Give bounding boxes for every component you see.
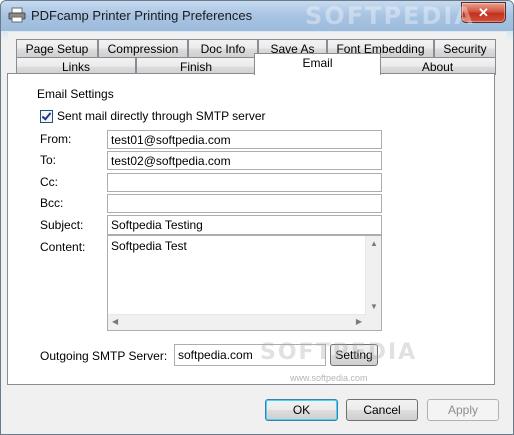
ok-button[interactable]: OK (265, 399, 338, 421)
to-field[interactable]: test02@softpedia.com (107, 151, 382, 170)
content-horizontal-scrollbar[interactable]: ◀ ▶ (108, 314, 366, 330)
scrollbar-corner (366, 315, 381, 330)
scroll-down-arrow-icon[interactable]: ▼ (370, 303, 378, 311)
content-textarea[interactable]: Softpedia Test ▲ ▼ ◀ ▶ (107, 235, 382, 331)
bcc-label: Bcc: (40, 196, 64, 210)
softpedia-watermark-title: SOFTPEDIA (305, 2, 475, 30)
cc-field[interactable] (107, 173, 382, 192)
from-label: From: (40, 132, 72, 146)
tab-doc-info[interactable]: Doc Info (188, 39, 258, 57)
scroll-right-arrow-icon[interactable]: ▶ (356, 318, 362, 326)
window-title: PDFcamp Printer Printing Preferences (31, 8, 253, 23)
content-vertical-scrollbar[interactable]: ▲ ▼ (365, 236, 381, 315)
content-text: Softpedia Test (111, 239, 187, 253)
scroll-up-arrow-icon[interactable]: ▲ (370, 240, 378, 248)
subject-field[interactable]: Softpedia Testing (107, 215, 382, 235)
softpedia-watermark-body: SOFTPEDIA (260, 340, 418, 365)
tab-page-setup[interactable]: Page Setup (16, 39, 98, 57)
tab-email[interactable]: Email (254, 53, 381, 75)
smtp-direct-label: Sent mail directly through SMTP server (57, 109, 266, 123)
smtp-server-label: Outgoing SMTP Server: (40, 349, 168, 363)
tab-compression[interactable]: Compression (98, 39, 188, 57)
softpedia-url-watermark: www.softpedia.com (290, 373, 368, 383)
tab-security[interactable]: Security (434, 39, 496, 57)
scroll-left-arrow-icon[interactable]: ◀ (112, 318, 118, 326)
smtp-direct-option[interactable]: Sent mail directly through SMTP server (40, 109, 266, 123)
printer-icon (8, 7, 26, 23)
email-settings-title: Email Settings (34, 87, 117, 101)
smtp-direct-checkbox[interactable] (40, 109, 53, 123)
to-label: To: (40, 153, 57, 167)
cancel-button[interactable]: Cancel (346, 399, 418, 421)
apply-button[interactable]: Apply (427, 399, 499, 421)
content-label: Content: (40, 240, 86, 254)
close-icon: ✕ (478, 4, 489, 20)
bcc-field[interactable] (107, 194, 382, 213)
subject-label: Subject: (40, 218, 84, 232)
from-field[interactable]: test01@softpedia.com (107, 130, 382, 149)
cc-label: Cc: (40, 175, 58, 189)
